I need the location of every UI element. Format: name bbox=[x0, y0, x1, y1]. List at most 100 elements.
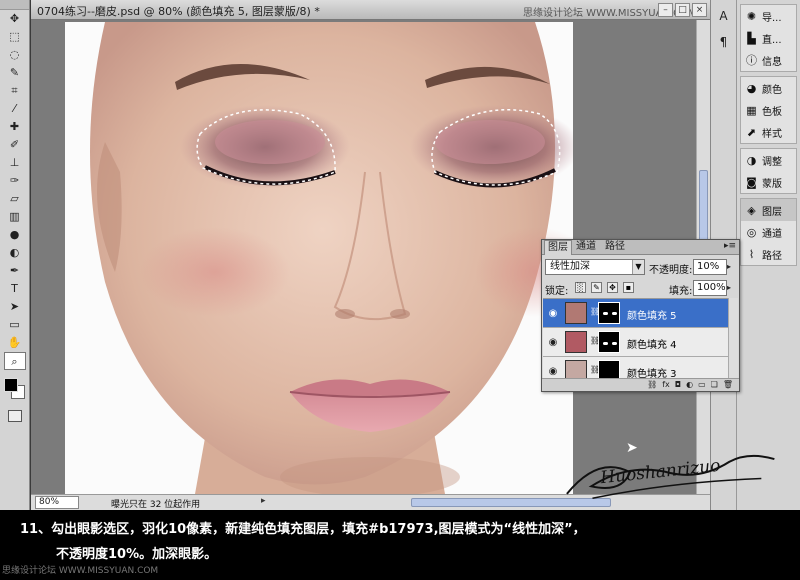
zoom-level-field[interactable]: 80% bbox=[35, 496, 79, 509]
dock-item-label: 色板 bbox=[762, 106, 782, 118]
layer-mask-thumbnail[interactable] bbox=[598, 302, 620, 324]
history-brush-tool-icon[interactable]: ✑ bbox=[4, 172, 26, 190]
dock-item-label: 通道 bbox=[762, 228, 782, 240]
dodge-tool-icon[interactable]: ◐ bbox=[4, 244, 26, 262]
delete-layer-icon[interactable]: 🗑 bbox=[723, 379, 733, 391]
left-blush bbox=[140, 227, 290, 317]
info-icon: ⓘ bbox=[746, 54, 757, 67]
dock-info[interactable]: ⓘ 信息 bbox=[741, 49, 796, 71]
eyedropper-tool-icon[interactable]: ⁄ bbox=[4, 100, 26, 118]
document-titlebar[interactable]: 0704练习--磨皮.psd @ 80% (颜色填充 5, 图层蒙版/8) * … bbox=[31, 0, 711, 20]
layer-style-icon[interactable]: fx bbox=[662, 379, 670, 391]
layer-fill-thumbnail[interactable] bbox=[565, 331, 587, 353]
healing-tool-icon[interactable]: ✚ bbox=[4, 118, 26, 136]
dock-swatches[interactable]: ▦ 色板 bbox=[741, 99, 796, 121]
hand-tool-icon[interactable]: ✋ bbox=[4, 334, 26, 352]
lock-pixels-icon[interactable]: ✎ bbox=[591, 282, 602, 293]
adjustments-icon: ◑ bbox=[746, 153, 757, 167]
status-menu-arrow-icon[interactable]: ▸ bbox=[261, 496, 266, 506]
blend-mode-select[interactable]: 线性加深 ▼ bbox=[545, 259, 645, 275]
new-group-icon[interactable]: ▭ bbox=[698, 379, 706, 391]
eraser-tool-icon[interactable]: ▱ bbox=[4, 190, 26, 208]
dock-channels[interactable]: ◎ 通道 bbox=[741, 221, 796, 243]
link-layers-icon[interactable]: ⛓ bbox=[647, 379, 657, 391]
watermark-bottom: 思缘设计论坛 WWW.MISSYUAN.COM bbox=[2, 566, 159, 576]
layer-row[interactable]: ◉ ⛓ 颜色填充 3 bbox=[543, 357, 738, 378]
layer-row[interactable]: ◉ ⛓ 颜色填充 4 bbox=[543, 328, 738, 357]
paragraph-panel-icon[interactable]: ¶ bbox=[714, 32, 734, 52]
zoom-tool-icon[interactable]: ⌕ bbox=[3, 352, 26, 370]
paths-icon: ⌇ bbox=[748, 247, 755, 261]
swatches-icon: ▦ bbox=[746, 103, 757, 117]
lock-all-icon[interactable]: ▪ bbox=[623, 282, 634, 293]
dock-group-info: ✺ 导... ▙ 直... ⓘ 信息 bbox=[740, 4, 797, 72]
quick-select-tool-icon[interactable]: ✎ bbox=[4, 64, 26, 82]
new-layer-icon[interactable]: ❏ bbox=[711, 379, 718, 391]
gradient-tool-icon[interactable]: ▥ bbox=[4, 208, 26, 226]
lasso-tool-icon[interactable]: ◌ bbox=[4, 46, 26, 64]
add-mask-icon[interactable]: ◘ bbox=[675, 379, 681, 391]
dock-paths[interactable]: ⌇ 路径 bbox=[741, 243, 796, 265]
chevron-down-icon: ▼ bbox=[632, 260, 644, 274]
layer-fill-thumbnail[interactable] bbox=[565, 302, 587, 324]
maximize-icon[interactable]: □ bbox=[675, 3, 690, 17]
lock-position-icon[interactable]: ✥ bbox=[607, 282, 618, 293]
tab-layers[interactable]: 图层 bbox=[544, 240, 572, 255]
dock-navigator[interactable]: ✺ 导... bbox=[741, 5, 796, 27]
signature-text: Huoshanrizuo bbox=[598, 456, 721, 489]
layer-mask-thumbnail[interactable] bbox=[598, 360, 620, 378]
opacity-slider-arrow-icon[interactable]: ▸ bbox=[727, 259, 736, 275]
panel-menu-icon[interactable]: ▸≡ bbox=[724, 241, 736, 251]
opacity-input[interactable]: 10% bbox=[693, 259, 727, 275]
color-swatches[interactable] bbox=[2, 376, 28, 404]
dock-histogram[interactable]: ▙ 直... bbox=[741, 27, 796, 49]
minimize-icon[interactable]: – bbox=[658, 3, 673, 17]
layer-mask-thumbnail[interactable] bbox=[598, 331, 620, 353]
fill-input[interactable]: 100% bbox=[693, 280, 727, 296]
layer-list: ◉ ⛓ 颜色填充 5 ◉ ⛓ 颜色填充 4 ◉ ⛓ 颜色填充 3 bbox=[543, 298, 738, 378]
fill-slider-arrow-icon[interactable]: ▸ bbox=[727, 280, 736, 296]
foreground-color-swatch[interactable] bbox=[3, 378, 18, 392]
tools-panel-grip[interactable] bbox=[0, 0, 29, 10]
eye-icon[interactable]: ◉ bbox=[546, 337, 560, 348]
dock-styles[interactable]: ⬈ 样式 bbox=[741, 121, 796, 143]
eye-icon[interactable]: ◉ bbox=[546, 366, 560, 377]
layer-name: 颜色填充 4 bbox=[627, 340, 677, 351]
dock-adjustments[interactable]: ◑ 调整 bbox=[741, 149, 796, 171]
new-adjustment-icon[interactable]: ◐ bbox=[686, 379, 693, 391]
blend-row: 线性加深 ▼ 不透明度: 10% ▸ bbox=[545, 259, 737, 276]
tab-channels[interactable]: 通道 bbox=[573, 240, 599, 255]
document-canvas[interactable] bbox=[65, 22, 573, 494]
styles-icon: ⬈ bbox=[746, 125, 757, 139]
dock-group-layers: ◈ 图层 ◎ 通道 ⌇ 路径 bbox=[740, 198, 797, 266]
tab-paths[interactable]: 路径 bbox=[602, 240, 628, 255]
dock-item-label: 颜色 bbox=[762, 84, 782, 96]
photoshop-screenshot: ✥ ⬚ ◌ ✎ ⌗ ⁄ ✚ ✐ ⊥ ✑ ▱ ▥ ● ◐ ✒ T ➤ ▭ ✋ ⌕ … bbox=[0, 0, 800, 580]
pen-tool-icon[interactable]: ✒ bbox=[4, 262, 26, 280]
eye-icon[interactable]: ◉ bbox=[546, 308, 560, 319]
quick-mask-icon[interactable] bbox=[7, 410, 22, 422]
caption-text: 11、勾出眼影选区，羽化10像素，新建纯色填充图层，填充#b17973,图层模式… bbox=[20, 517, 780, 567]
lock-label: 锁定: bbox=[545, 286, 569, 297]
lock-transparency-icon[interactable]: ░ bbox=[575, 282, 586, 293]
shape-tool-icon[interactable]: ▭ bbox=[4, 316, 26, 334]
close-icon[interactable]: × bbox=[692, 3, 707, 17]
marquee-tool-icon[interactable]: ⬚ bbox=[4, 28, 26, 46]
face-photo bbox=[65, 22, 573, 494]
type-tool-icon[interactable]: T bbox=[4, 280, 26, 298]
brush-tool-icon[interactable]: ✐ bbox=[4, 136, 26, 154]
layer-list-scrollbar[interactable] bbox=[728, 298, 738, 378]
layer-fill-thumbnail[interactable] bbox=[565, 360, 587, 378]
tutorial-caption: 11、勾出眼影选区，羽化10像素，新建纯色填充图层，填充#b17973,图层模式… bbox=[0, 510, 800, 580]
crop-tool-icon[interactable]: ⌗ bbox=[4, 82, 26, 100]
blur-tool-icon[interactable]: ● bbox=[4, 226, 26, 244]
dock-color[interactable]: ◕ 颜色 bbox=[741, 77, 796, 99]
character-panel-icon[interactable]: A bbox=[714, 6, 734, 26]
path-select-tool-icon[interactable]: ➤ bbox=[4, 298, 26, 316]
clone-stamp-tool-icon[interactable]: ⊥ bbox=[4, 154, 26, 172]
layer-row[interactable]: ◉ ⛓ 颜色填充 5 bbox=[543, 299, 738, 328]
dock-layers[interactable]: ◈ 图层 bbox=[741, 199, 796, 221]
lock-row: 锁定: ░ ✎ ✥ ▪ 填充: 100% ▸ bbox=[545, 280, 737, 297]
dock-masks[interactable]: ◙ 蒙版 bbox=[741, 171, 796, 193]
move-tool-icon[interactable]: ✥ bbox=[4, 10, 26, 28]
